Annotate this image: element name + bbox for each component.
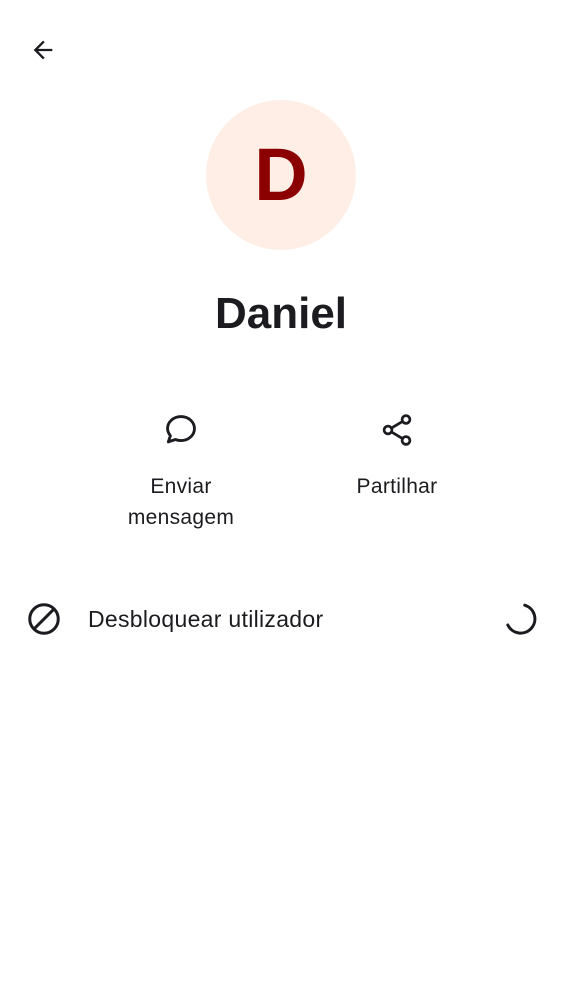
unblock-user-label: Desbloquear utilizador	[88, 606, 324, 632]
arrow-back-icon	[33, 40, 53, 60]
action-icon-wrapper	[373, 406, 421, 454]
contact-details-screen: D Daniel Enviar mensagem Partilhar Desbl…	[0, 0, 562, 1000]
row-icon-wrapper	[22, 597, 66, 641]
share-icon	[382, 414, 412, 446]
action-icon-wrapper	[157, 406, 205, 454]
avatar-initial: D	[254, 133, 308, 216]
unblock-user-row[interactable]: Desbloquear utilizador	[0, 588, 562, 650]
avatar: D	[206, 100, 356, 250]
send-message-label: Enviar mensagem	[127, 475, 235, 529]
share-label: Partilhar	[356, 475, 438, 498]
send-message-button[interactable]: Enviar mensagem	[106, 406, 256, 533]
loading-spinner-icon	[500, 598, 542, 640]
chat-bubble-icon	[166, 415, 196, 444]
back-button[interactable]	[19, 26, 67, 74]
share-button[interactable]: Partilhar	[322, 406, 472, 502]
block-icon	[28, 603, 60, 635]
contact-name: Daniel	[214, 289, 348, 338]
